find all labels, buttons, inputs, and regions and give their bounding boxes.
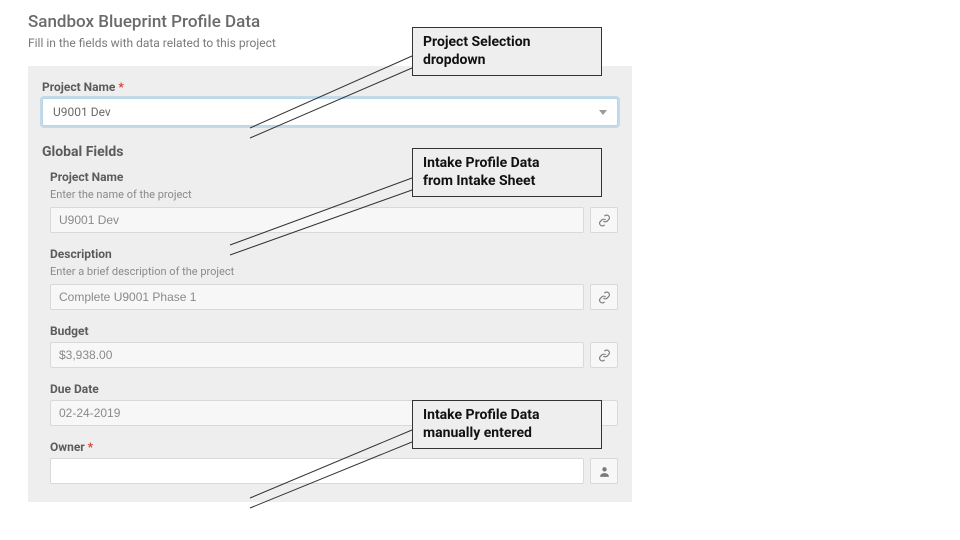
link-button-project-name[interactable] <box>590 207 618 233</box>
callout-text: Intake Profile Data <box>423 155 540 171</box>
link-icon <box>598 214 611 227</box>
link-icon <box>598 291 611 304</box>
callout-text: Intake Profile Data <box>423 407 540 423</box>
project-select-value: U9001 Dev <box>53 105 111 119</box>
field-budget-label: Budget <box>50 324 618 338</box>
field-description-help: Enter a brief description of the project <box>50 265 618 278</box>
field-description: Description Enter a brief description of… <box>42 247 618 310</box>
field-budget: Budget <box>42 324 618 368</box>
project-name-label-text: Project Name <box>42 80 115 94</box>
callout-manual-entry: Intake Profile Data manually entered <box>412 400 602 449</box>
callout-project-selection: Project Selection dropdown <box>412 27 602 76</box>
person-picker-button[interactable] <box>590 458 618 484</box>
project-select-dropdown[interactable]: U9001 Dev <box>42 98 618 126</box>
field-description-label: Description <box>50 247 618 261</box>
required-mark: * <box>88 440 93 454</box>
callout-text: dropdown <box>423 52 591 70</box>
description-input[interactable] <box>50 284 584 310</box>
field-due-date-label: Due Date <box>50 382 618 396</box>
callout-text: Project Selection <box>423 34 531 50</box>
link-button-budget[interactable] <box>590 342 618 368</box>
required-mark: * <box>118 80 123 94</box>
person-icon <box>598 465 611 478</box>
project-name-label: Project Name * <box>42 80 618 94</box>
link-icon <box>598 349 611 362</box>
owner-input[interactable] <box>50 458 584 484</box>
callout-intake-sheet: Intake Profile Data from Intake Sheet <box>412 148 602 197</box>
field-owner-label-text: Owner <box>50 440 85 454</box>
budget-input[interactable] <box>50 342 584 368</box>
link-button-description[interactable] <box>590 284 618 310</box>
project-name-input[interactable] <box>50 207 584 233</box>
callout-text: from Intake Sheet <box>423 173 591 191</box>
chevron-down-icon <box>599 110 607 115</box>
callout-text: manually entered <box>423 425 591 443</box>
